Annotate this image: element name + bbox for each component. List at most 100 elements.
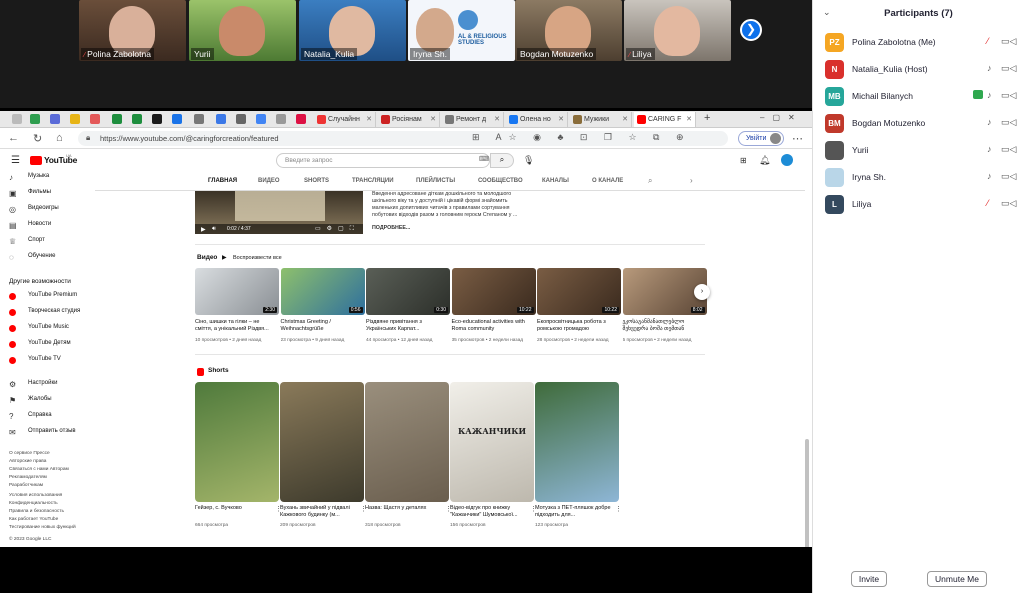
pinned-tab-icon[interactable]	[276, 114, 286, 124]
microphone-icon[interactable]: ♪	[987, 171, 992, 181]
channel-tab[interactable]: ТРАНСЛЯЦИИ	[352, 178, 394, 184]
create-icon[interactable]: ⊞	[740, 156, 747, 165]
close-tab-icon[interactable]: ✕	[622, 112, 628, 127]
microphone-icon[interactable]: ♪	[987, 90, 992, 100]
bell-icon[interactable]: 🔔︎	[759, 155, 770, 166]
footer-link[interactable]: Условия использования	[9, 493, 62, 498]
camera-off-icon[interactable]: ▭◁	[1001, 36, 1016, 47]
short-title[interactable]: Вухань звичайний у підвалі Кажкового буд…	[280, 505, 360, 519]
browser-tab[interactable]: Росіянам ✕	[378, 112, 440, 127]
play-icon[interactable]: ▶	[201, 226, 206, 233]
channel-tab[interactable]: ГЛАВНАЯ	[208, 178, 237, 184]
camera-off-icon[interactable]: ▭◁	[1001, 90, 1016, 101]
unmute-me-button[interactable]: Unmute Me	[927, 571, 987, 587]
pinned-tab-icon[interactable]	[236, 114, 246, 124]
participant-row[interactable]: L Liliya ⁄ ▭◁	[825, 195, 1019, 215]
camera-off-icon[interactable]: ▭◁	[1001, 198, 1016, 209]
video-title[interactable]: Сіно, шишки та гілки – не сміття, а унік…	[195, 319, 275, 333]
reload-icon[interactable]: ↻	[33, 132, 42, 145]
close-tab-icon[interactable]: ✕	[494, 112, 500, 127]
scrollbar[interactable]	[805, 439, 809, 547]
pinned-tab-icon[interactable]	[30, 114, 40, 124]
short-thumbnail[interactable]	[535, 382, 619, 502]
play-all-button[interactable]: Воспроизвести все	[233, 255, 282, 261]
shorts-section-title[interactable]: Shorts	[208, 367, 229, 374]
participant-row[interactable]: PZ Polina Zabolotna (Me) ⁄ ▭◁	[825, 33, 1019, 53]
short-title[interactable]: Мотузка з ПЕТ-пляшок добре підходить для…	[535, 505, 615, 519]
featured-video-player[interactable]: ▶ 🔊︎ 0:02 / 4:37 ▭⚙▢⛶	[195, 191, 363, 234]
channel-tab[interactable]: SHORTS	[304, 178, 329, 184]
read-more-link[interactable]: ПОДРОБНЕЕ...	[372, 225, 410, 231]
hamburger-menu-icon[interactable]: ☰	[11, 155, 20, 166]
video-tile[interactable]: Yurii	[189, 0, 296, 61]
short-thumbnail[interactable]: КАЖАНЧИКИ	[450, 382, 534, 502]
video-thumbnail[interactable]: 10:22	[537, 268, 621, 315]
footer-link[interactable]: Конфиденциальность	[9, 501, 58, 506]
window-controls[interactable]: –▢✕	[760, 113, 803, 122]
video-title[interactable]: Екопросвітницька робота з ромською грома…	[537, 319, 617, 333]
channel-tab[interactable]: О КАНАЛЕ	[592, 178, 623, 184]
camera-off-icon[interactable]: ▭◁	[1001, 117, 1016, 128]
channel-tab[interactable]: СООБЩЕСТВО	[478, 178, 523, 184]
channel-tab[interactable]: КАНАЛЫ	[542, 178, 569, 184]
video-tile[interactable]: Bogdan Motuzenko	[515, 0, 622, 61]
extensions-icons[interactable]: ⊞ A☆ ◉ ♣ ⊡ ❐ ☆ ⧉ ⊕	[472, 132, 691, 143]
footer-link[interactable]: О сервисе Прессе	[9, 451, 50, 456]
pinned-tab-icon[interactable]	[50, 114, 60, 124]
video-title[interactable]: Різдвяне привітання з Українських Карпат…	[366, 319, 446, 333]
browser-tab[interactable]: Случайнн ✕	[314, 112, 376, 127]
participant-row[interactable]: BM Bogdan Motuzenko ♪ ▭◁	[825, 114, 1019, 134]
short-title[interactable]: Гейзер, с. Вучково	[195, 505, 275, 512]
video-thumbnail[interactable]: 0:30	[366, 268, 450, 315]
more-menu-icon[interactable]: ⋯	[792, 132, 803, 145]
microphone-icon[interactable]: ♪	[987, 63, 992, 73]
invite-button[interactable]: Invite	[851, 571, 887, 587]
home-icon[interactable]: ⌂	[56, 132, 63, 144]
youtube-logo[interactable]: YouTube	[44, 155, 77, 165]
microphone-icon[interactable]: 🎙︎	[523, 155, 534, 166]
back-arrow-icon[interactable]: ←	[8, 132, 19, 144]
new-tab-button[interactable]: +	[704, 112, 710, 124]
microphone-icon[interactable]: ♪	[987, 117, 992, 127]
channel-avatar[interactable]	[781, 154, 793, 166]
footer-link[interactable]: Связаться с нами Авторам	[9, 467, 69, 472]
footer-link[interactable]: © 2023 Google LLC	[9, 537, 51, 542]
mic-muted-icon[interactable]: ⁄	[987, 36, 989, 46]
pinned-tab-icon[interactable]	[132, 114, 142, 124]
pinned-tab-icon[interactable]	[194, 114, 204, 124]
short-title[interactable]: Відео-відгук про книжку "Кажанчики" Шумо…	[450, 505, 530, 519]
participant-row[interactable]: N Natalia_Kulia (Host) ♪ ▭◁	[825, 60, 1019, 80]
video-thumbnail[interactable]: 0:56	[280, 268, 365, 315]
pinned-tab-icon[interactable]	[296, 114, 306, 124]
video-tile[interactable]: Natalia_Kulia	[299, 0, 406, 61]
video-thumbnail[interactable]: 2:30	[195, 268, 279, 315]
pinned-tab-icon[interactable]	[152, 114, 162, 124]
camera-off-icon[interactable]: ▭◁	[1001, 144, 1016, 155]
video-thumbnail[interactable]: 10:22	[451, 268, 536, 315]
footer-link[interactable]: Рекламодателям	[9, 475, 47, 480]
pinned-tab-icon[interactable]	[112, 114, 122, 124]
video-title[interactable]: Eco-educational activities with Roma com…	[452, 319, 532, 333]
youtube-logo-icon[interactable]	[30, 156, 42, 165]
video-tile[interactable]: AL & RELIGIOUS STUDIES Iryna Sh.	[408, 0, 515, 61]
pinned-tab-icon[interactable]	[216, 114, 226, 124]
play-all-icon[interactable]: ▶	[222, 254, 227, 261]
video-tile[interactable]: ⁄ Polina Zabolotna	[79, 0, 186, 61]
browser-tab[interactable]: CARING F ✕	[634, 112, 696, 127]
video-title[interactable]: ეკოსაგანმანათლებლო შეხვედრა ბოშა თემთან	[623, 319, 703, 333]
pinned-tab-icon[interactable]	[70, 114, 80, 124]
footer-link[interactable]: Правила и безопасность	[9, 509, 64, 514]
close-tab-icon[interactable]: ✕	[558, 112, 564, 127]
participant-row[interactable]: MB Michail Bilanych ♪ ▭◁	[825, 87, 1019, 107]
video-title[interactable]: Christmas Greeting / Weihnachtsgrüße	[281, 319, 361, 333]
pinned-tab-icon[interactable]	[256, 114, 266, 124]
short-thumbnail[interactable]	[280, 382, 364, 502]
channel-tab[interactable]: ВИДЕО	[258, 178, 280, 184]
browser-tab[interactable]: Олена но ✕	[506, 112, 568, 127]
close-tab-icon[interactable]: ✕	[366, 112, 372, 127]
pinned-tab-icon[interactable]	[90, 114, 100, 124]
browser-tab[interactable]: Ремонт д ✕	[442, 112, 504, 127]
footer-link[interactable]: Разработчикам	[9, 483, 43, 488]
pinned-tab-icon[interactable]	[172, 114, 182, 124]
camera-off-icon[interactable]: ▭◁	[1001, 171, 1016, 182]
